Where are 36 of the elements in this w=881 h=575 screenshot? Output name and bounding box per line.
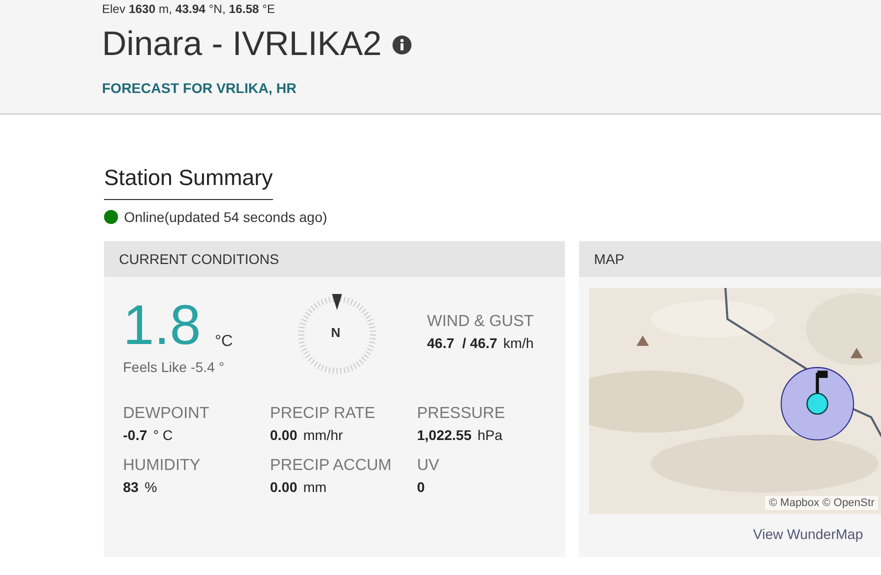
forecast-link[interactable]: FORECAST FOR VRLIKA, HR — [102, 80, 296, 96]
section-heading: Station Summary — [104, 165, 273, 200]
metric-label: HUMIDITY — [123, 457, 202, 475]
temperature-value: 1.8 — [123, 297, 201, 353]
metric-unit: ° C — [153, 427, 173, 443]
compass-dial-icon — [295, 293, 379, 377]
metric-value: -0.7 — [123, 427, 148, 443]
metric-value: 0.00 — [270, 479, 298, 495]
temperature-unit: °C — [214, 333, 233, 351]
metric-label: UV — [417, 457, 440, 475]
wind-label: WIND & GUST — [427, 313, 534, 331]
metric-unit: mm/hr — [303, 427, 343, 443]
map-attribution: © Mapbox © OpenStr — [765, 496, 878, 510]
gust-speed: / 46.7 — [462, 335, 498, 351]
metric-value: 83 — [123, 479, 139, 495]
metric-value: 0.00 — [270, 427, 298, 443]
info-icon[interactable] — [392, 35, 412, 55]
metric-unit: hPa — [478, 427, 502, 443]
location-info: Elev 1630 m, 43.94 °N, 16.58 °E — [102, 2, 276, 16]
metric-label: PRESSURE — [417, 405, 506, 423]
metric-label: DEWPOINT — [123, 405, 210, 423]
metric-label: PRECIP ACCUM — [270, 457, 393, 475]
wundermap-link[interactable]: View WunderMap — [753, 526, 881, 542]
wind-speed: 46.7 — [427, 335, 454, 351]
card-title: CURRENT CONDITIONS — [119, 251, 279, 267]
metric-label: PRECIP RATE — [270, 405, 376, 423]
wind-direction: N — [331, 325, 340, 340]
station-title: Dinara - IVRLIKA2 — [102, 24, 382, 64]
wind-unit: km/h — [503, 335, 534, 351]
card-title: MAP — [594, 251, 624, 267]
feels-like-text: Feels Like -5.4 ° — [123, 359, 226, 375]
metric-unit: mm — [303, 479, 327, 495]
metric-value: 1,022.55 — [417, 427, 472, 443]
status-text: Online(updated 54 seconds ago) — [124, 209, 328, 225]
metric-value: 0 — [417, 479, 425, 495]
metric-unit: % — [144, 479, 158, 495]
